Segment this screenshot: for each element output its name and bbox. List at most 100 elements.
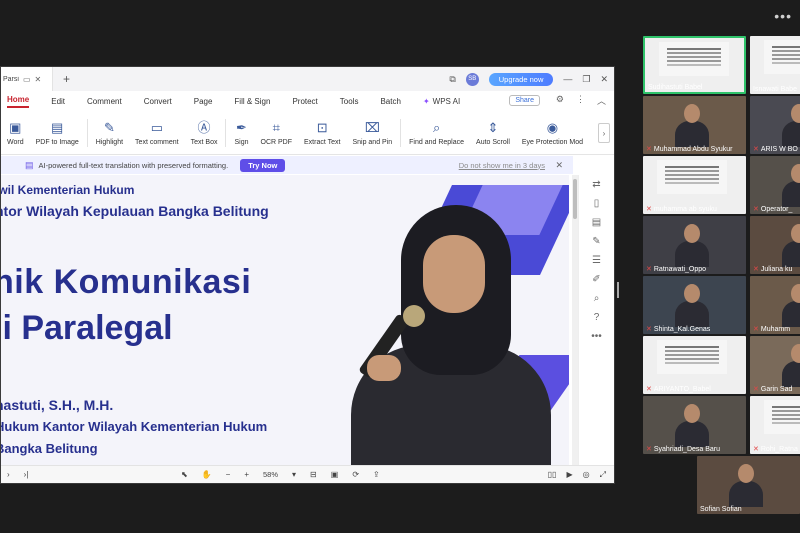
- participant-body: [729, 481, 763, 507]
- participant-tile[interactable]: ✕ ARIS W BO: [750, 96, 800, 154]
- tool-auto-scroll[interactable]: ⇕ Auto Scroll: [470, 111, 516, 155]
- menu-fill-sign[interactable]: Fill & Sign: [234, 97, 270, 106]
- edit-icon[interactable]: ✐: [592, 274, 600, 285]
- select-tool-icon[interactable]: ⬉: [181, 470, 188, 479]
- participant-silhouette: [675, 104, 709, 147]
- menu-tools[interactable]: Tools: [340, 97, 359, 106]
- participant-silhouette: [729, 464, 763, 507]
- close-window-icon[interactable]: ✕: [600, 74, 608, 85]
- tool-find-replace[interactable]: ⌕ Find and Replace: [403, 111, 470, 155]
- document-icon[interactable]: ▤: [592, 217, 601, 228]
- participant-tile[interactable]: ✕ Garin Sad: [750, 336, 800, 394]
- more-options-icon[interactable]: •••: [774, 8, 792, 24]
- participant-tile[interactable]: ✕ ARIYANTO_Babel: [643, 336, 746, 394]
- participant-tile[interactable]: ✕ Rohi_Ratna: [750, 396, 800, 454]
- participant-label: ✕ ARIYANTO_Babel: [646, 385, 711, 394]
- ai-translate-icon: ▤: [25, 159, 34, 170]
- prev-page-icon[interactable]: ›: [7, 470, 10, 479]
- participant-tile[interactable]: Sudihastuti Babel: [643, 36, 746, 94]
- scrollbar-thumb[interactable]: [573, 179, 577, 219]
- menu-comment[interactable]: Comment: [87, 97, 122, 106]
- participant-body: [782, 181, 800, 207]
- participant-label: ✕ Syahriadi_Desa Baru: [646, 445, 720, 454]
- list-icon[interactable]: ☰: [592, 255, 601, 266]
- participant-tile[interactable]: ✕ Shinta_Kal.Genas: [643, 276, 746, 334]
- convert-icon[interactable]: ⇄: [592, 179, 600, 190]
- participant-body: [782, 361, 800, 387]
- participant-tile[interactable]: ✕ Ratnawati_Oppo: [643, 216, 746, 274]
- participant-tile[interactable]: ✕ Muhamm: [750, 276, 800, 334]
- fullscreen-icon[interactable]: ⤢: [600, 470, 606, 480]
- ocr-status-icon[interactable]: ◎: [583, 470, 590, 480]
- tool-pdf-to-image[interactable]: ▤ PDF to Image: [30, 111, 85, 155]
- help-icon[interactable]: ?: [594, 312, 600, 323]
- play-icon[interactable]: ▶: [566, 470, 572, 480]
- participant-tile[interactable]: ✕ muhamma ab syuku: [643, 156, 746, 214]
- collapse-ribbon-icon[interactable]: ︿: [597, 94, 606, 107]
- rotate-icon[interactable]: ⟳: [352, 470, 359, 479]
- try-now-button[interactable]: Try Now: [240, 158, 286, 172]
- menu-wps-ai[interactable]: ✦ WPS AI: [423, 97, 460, 106]
- settings-icon[interactable]: ⚙: [556, 94, 564, 107]
- menu-page[interactable]: Page: [194, 97, 213, 106]
- chevron-right-icon[interactable]: ›: [598, 123, 610, 143]
- participant-tile[interactable]: ✕ Syahriadi_Desa Baru: [643, 396, 746, 454]
- participant-body: [675, 241, 709, 267]
- menu-home[interactable]: Home: [7, 95, 30, 108]
- zoom-level[interactable]: 58%: [263, 470, 278, 479]
- tool-text-comment[interactable]: ▭ Text comment: [129, 111, 185, 155]
- participant-tile[interactable]: Sofian Sofian: [697, 456, 800, 514]
- chevron-down-icon[interactable]: ▾: [292, 470, 296, 479]
- layout-icon[interactable]: ▣: [331, 470, 339, 479]
- tool-sign[interactable]: ✒ Sign: [228, 111, 254, 155]
- zoom-in-icon[interactable]: +: [244, 470, 249, 479]
- export-icon[interactable]: ⇪: [373, 470, 380, 479]
- window-switch-icon[interactable]: ⧉: [449, 74, 455, 85]
- zoom-out-icon[interactable]: −: [226, 470, 231, 479]
- close-icon[interactable]: ✕: [555, 160, 563, 171]
- avatar[interactable]: SB: [465, 72, 479, 86]
- menu-edit[interactable]: Edit: [51, 97, 65, 106]
- read-mode-icon[interactable]: ▯▯: [548, 470, 557, 480]
- tool-snip-and-pin[interactable]: ⌧ Snip and Pin: [346, 111, 398, 155]
- more-icon[interactable]: •••: [591, 331, 602, 342]
- fit-page-icon[interactable]: ⊟: [310, 470, 317, 479]
- participant-name: ARIS W BO: [760, 145, 798, 153]
- search-icon[interactable]: ⌕: [594, 293, 600, 304]
- minimize-icon[interactable]: —: [563, 74, 572, 84]
- mic-muted-icon: ✕: [646, 266, 652, 273]
- shared-slide-thumbnail: [764, 40, 800, 74]
- menu-protect[interactable]: Protect: [292, 97, 317, 106]
- participant-tile[interactable]: ✕ Muhammad Abdu Syukur: [643, 96, 746, 154]
- tool-extract-text[interactable]: ⊡ Extract Text: [298, 111, 346, 155]
- tool-word[interactable]: ▣ Word: [1, 111, 30, 155]
- close-tab-icon[interactable]: ✕: [35, 75, 42, 84]
- upgrade-button[interactable]: Upgrade now: [488, 72, 554, 86]
- dont-show-link[interactable]: Do not show me in 3 days: [459, 161, 545, 170]
- document-tab[interactable]: Parsi ▭ ✕: [1, 67, 53, 91]
- participant-tile[interactable]: ✕ Operator_: [750, 156, 800, 214]
- participant-name: Juliana ku: [760, 265, 793, 273]
- pen-icon[interactable]: ✎: [592, 236, 600, 247]
- more-menu-icon[interactable]: ⋮: [576, 94, 585, 107]
- participant-label: ✕ Juliana ku: [753, 265, 793, 274]
- restore-icon[interactable]: ❐: [582, 74, 590, 85]
- participant-tile[interactable]: Isnawati Babe: [750, 36, 800, 94]
- tool-highlight[interactable]: ✎ Highlight: [90, 111, 129, 155]
- share-button[interactable]: Share: [509, 95, 540, 106]
- menu-batch[interactable]: Batch: [380, 97, 400, 106]
- participant-label: ✕ Operator_: [753, 205, 792, 214]
- menu-convert[interactable]: Convert: [144, 97, 172, 106]
- mic-muted-icon: ✕: [753, 146, 759, 153]
- book-icon[interactable]: ▯: [594, 198, 600, 209]
- ocr-icon: ⌗: [272, 119, 280, 135]
- new-tab-icon[interactable]: +: [63, 72, 70, 86]
- tool-eye-protection[interactable]: ◉ Eye Protection Mod: [516, 111, 589, 155]
- tool-ocr-pdf[interactable]: ⌗ OCR PDF: [255, 111, 299, 155]
- last-page-icon[interactable]: ›|: [24, 470, 29, 479]
- tool-text-box[interactable]: Ⓐ Text Box: [185, 111, 224, 155]
- pane-splitter[interactable]: [617, 282, 619, 298]
- participant-tile[interactable]: ✕ Juliana ku: [750, 216, 800, 274]
- text-box-icon: Ⓐ: [197, 119, 211, 135]
- hand-tool-icon[interactable]: ✋: [202, 470, 212, 479]
